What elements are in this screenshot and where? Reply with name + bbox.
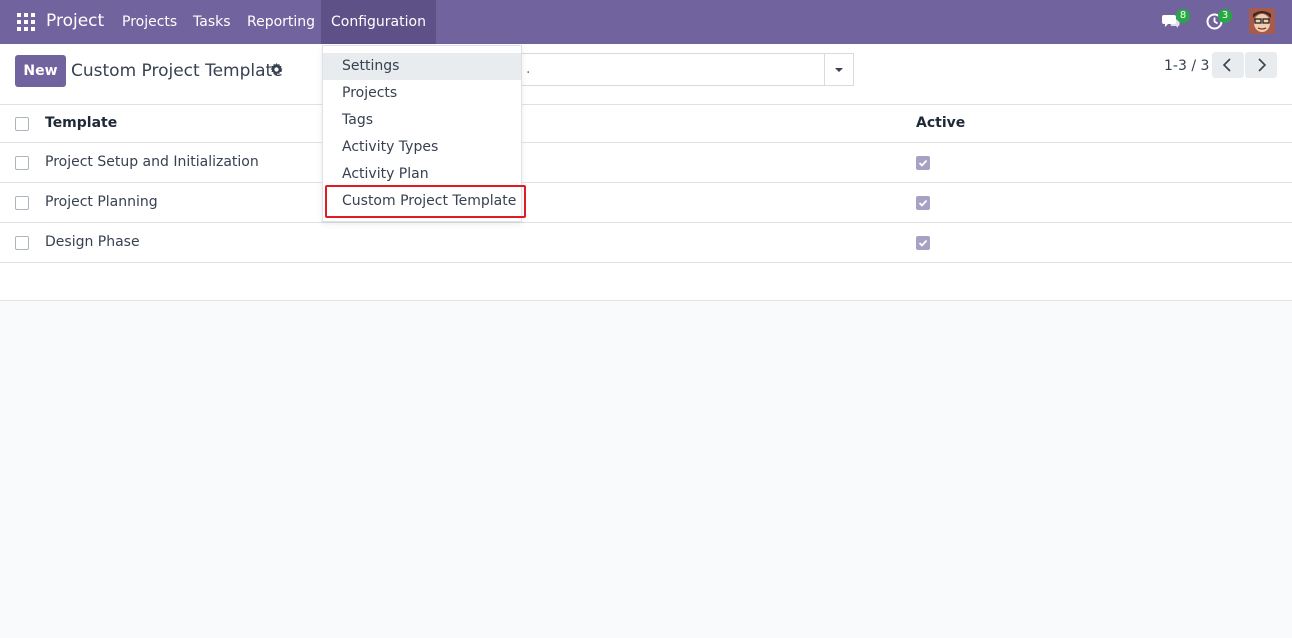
chevron-left-icon bbox=[1222, 58, 1231, 72]
search-input-text: . bbox=[526, 61, 531, 77]
menu-item-activity-types[interactable]: Activity Types bbox=[323, 134, 521, 161]
template-name[interactable]: Project Planning bbox=[45, 194, 158, 210]
app-brand[interactable]: Project bbox=[46, 11, 104, 31]
menu-item-settings[interactable]: Settings bbox=[323, 53, 521, 80]
active-checkbox bbox=[916, 156, 930, 170]
table-row[interactable]: Design Phase bbox=[0, 223, 1292, 263]
gear-icon[interactable] bbox=[270, 63, 283, 76]
list-footer bbox=[0, 263, 1292, 301]
menu-item-projects[interactable]: Projects bbox=[323, 80, 521, 107]
column-header-template[interactable]: Template bbox=[45, 115, 117, 131]
activities-badge: 3 bbox=[1218, 9, 1232, 23]
active-checkbox bbox=[916, 236, 930, 250]
table-row[interactable]: Project Setup and Initialization bbox=[0, 143, 1292, 183]
column-header-active[interactable]: Active bbox=[916, 115, 965, 131]
pager-previous-button[interactable] bbox=[1212, 52, 1244, 78]
pager-value[interactable]: 1-3 / 3 bbox=[1164, 58, 1209, 74]
menu-item-activity-plan[interactable]: Activity Plan bbox=[323, 161, 521, 188]
messages-badge: 8 bbox=[1176, 9, 1190, 23]
top-navbar: Project Projects Tasks Reporting Configu… bbox=[0, 0, 1292, 44]
row-checkbox[interactable] bbox=[15, 156, 29, 170]
table-row[interactable]: Project Planning bbox=[0, 183, 1292, 223]
active-checkbox bbox=[916, 196, 930, 210]
control-panel: New Custom Project Template . 1-3 / 3 bbox=[0, 44, 1292, 105]
pager-next-button[interactable] bbox=[1245, 52, 1277, 78]
check-icon bbox=[918, 159, 928, 167]
row-checkbox[interactable] bbox=[15, 196, 29, 210]
search-options-toggle[interactable] bbox=[824, 53, 854, 86]
list-header: Template Active bbox=[0, 105, 1292, 143]
check-icon bbox=[918, 199, 928, 207]
user-avatar[interactable] bbox=[1249, 8, 1275, 34]
caret-down-icon bbox=[835, 68, 843, 72]
new-button[interactable]: New bbox=[15, 55, 66, 87]
menu-item-tags[interactable]: Tags bbox=[323, 107, 521, 134]
check-icon bbox=[918, 239, 928, 247]
menu-projects[interactable]: Projects bbox=[112, 0, 187, 44]
template-name[interactable]: Project Setup and Initialization bbox=[45, 154, 259, 170]
highlight-box bbox=[325, 185, 526, 218]
page-title: Custom Project Template bbox=[71, 61, 283, 81]
apps-menu-icon[interactable] bbox=[17, 13, 35, 31]
menu-configuration[interactable]: Configuration bbox=[321, 0, 436, 44]
list-view: Template Active Project Setup and Initia… bbox=[0, 105, 1292, 301]
row-checkbox[interactable] bbox=[15, 236, 29, 250]
search-input[interactable]: . bbox=[521, 53, 825, 86]
select-all-checkbox[interactable] bbox=[15, 117, 29, 131]
avatar-face-icon bbox=[1249, 8, 1275, 34]
chevron-right-icon bbox=[1258, 58, 1267, 72]
template-name[interactable]: Design Phase bbox=[45, 234, 140, 250]
menu-tasks[interactable]: Tasks bbox=[183, 0, 241, 44]
menu-reporting[interactable]: Reporting bbox=[237, 0, 325, 44]
